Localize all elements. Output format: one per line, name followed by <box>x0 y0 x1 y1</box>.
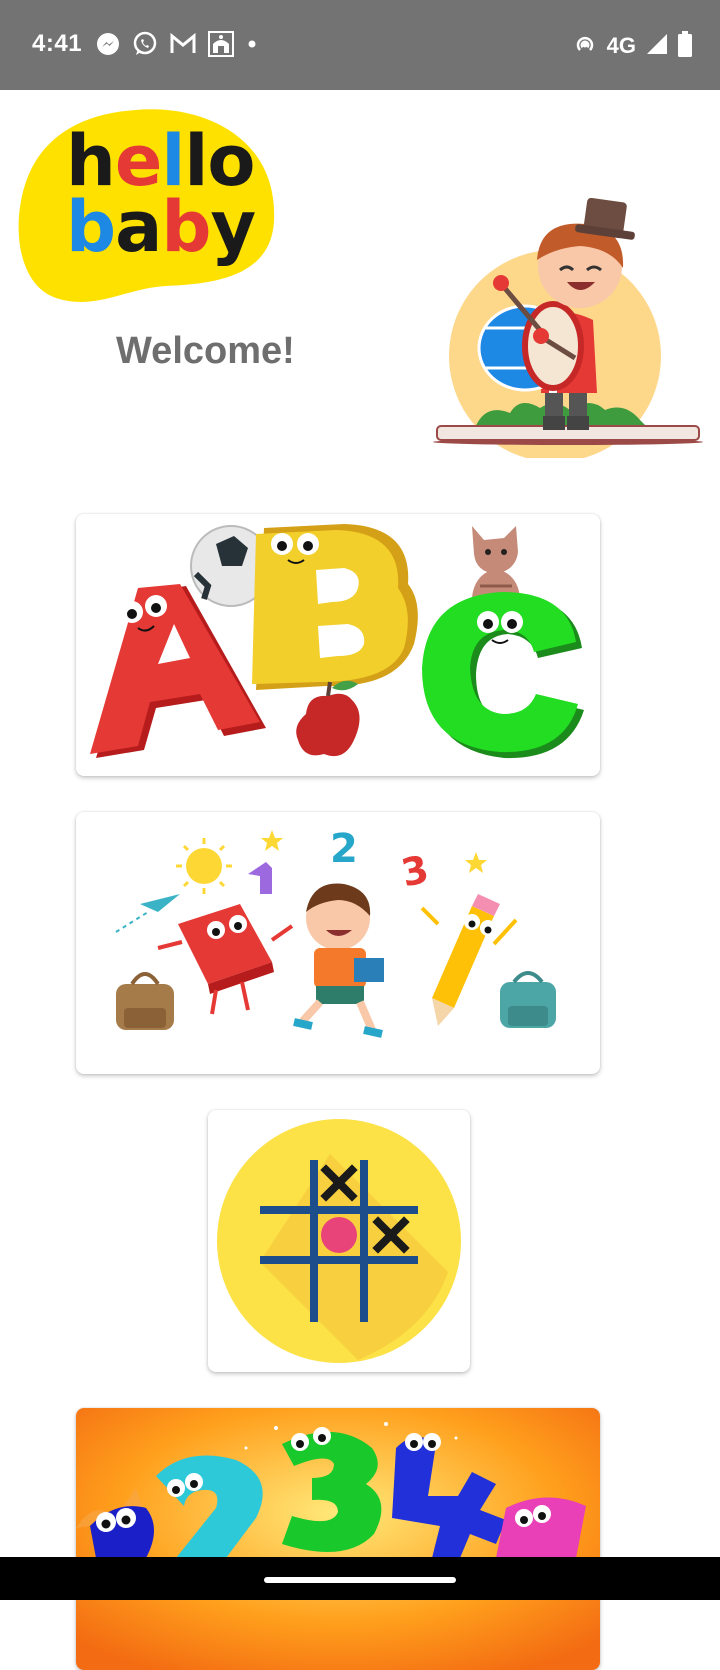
svg-text:3: 3 <box>398 847 433 896</box>
tictactoe-card[interactable] <box>208 1110 470 1372</box>
dot-icon <box>246 37 258 55</box>
notification-icons <box>96 30 258 62</box>
tic-tac-toe-icon <box>217 1119 461 1363</box>
system-icons: 4G <box>573 30 692 62</box>
school-card[interactable]: 2 3 <box>76 812 600 1074</box>
logo-line-hello: hello <box>66 120 255 202</box>
logo-text: hello baby <box>66 120 256 268</box>
navigation-bar <box>0 1557 720 1600</box>
gmail-icon <box>170 32 196 60</box>
signal-icon <box>646 33 668 60</box>
battery-icon <box>678 30 692 62</box>
drummer-boy-illustration <box>433 198 703 458</box>
school-kids-illustration: 2 3 <box>115 826 556 1038</box>
welcome-title: Welcome! <box>116 330 295 372</box>
abc-letters-illustration <box>90 524 584 759</box>
hello-baby-logo: hello baby <box>16 106 278 308</box>
alphabet-card[interactable] <box>76 514 600 776</box>
mosque-app-icon <box>208 30 234 62</box>
whatsapp-icon <box>132 31 158 62</box>
home-gesture-handle[interactable] <box>264 1577 456 1583</box>
logo-line-baby: baby <box>66 186 256 268</box>
status-time: 4:41 <box>32 30 83 57</box>
numbers-card[interactable] <box>76 1408 600 1670</box>
messenger-icon <box>96 32 120 61</box>
network-type: 4G <box>606 33 636 58</box>
svg-text:2: 2 <box>330 826 358 872</box>
hotspot-icon <box>573 32 597 61</box>
status-bar: 4:41 4G <box>0 0 720 90</box>
numbers-1234-illustration <box>76 1408 600 1670</box>
